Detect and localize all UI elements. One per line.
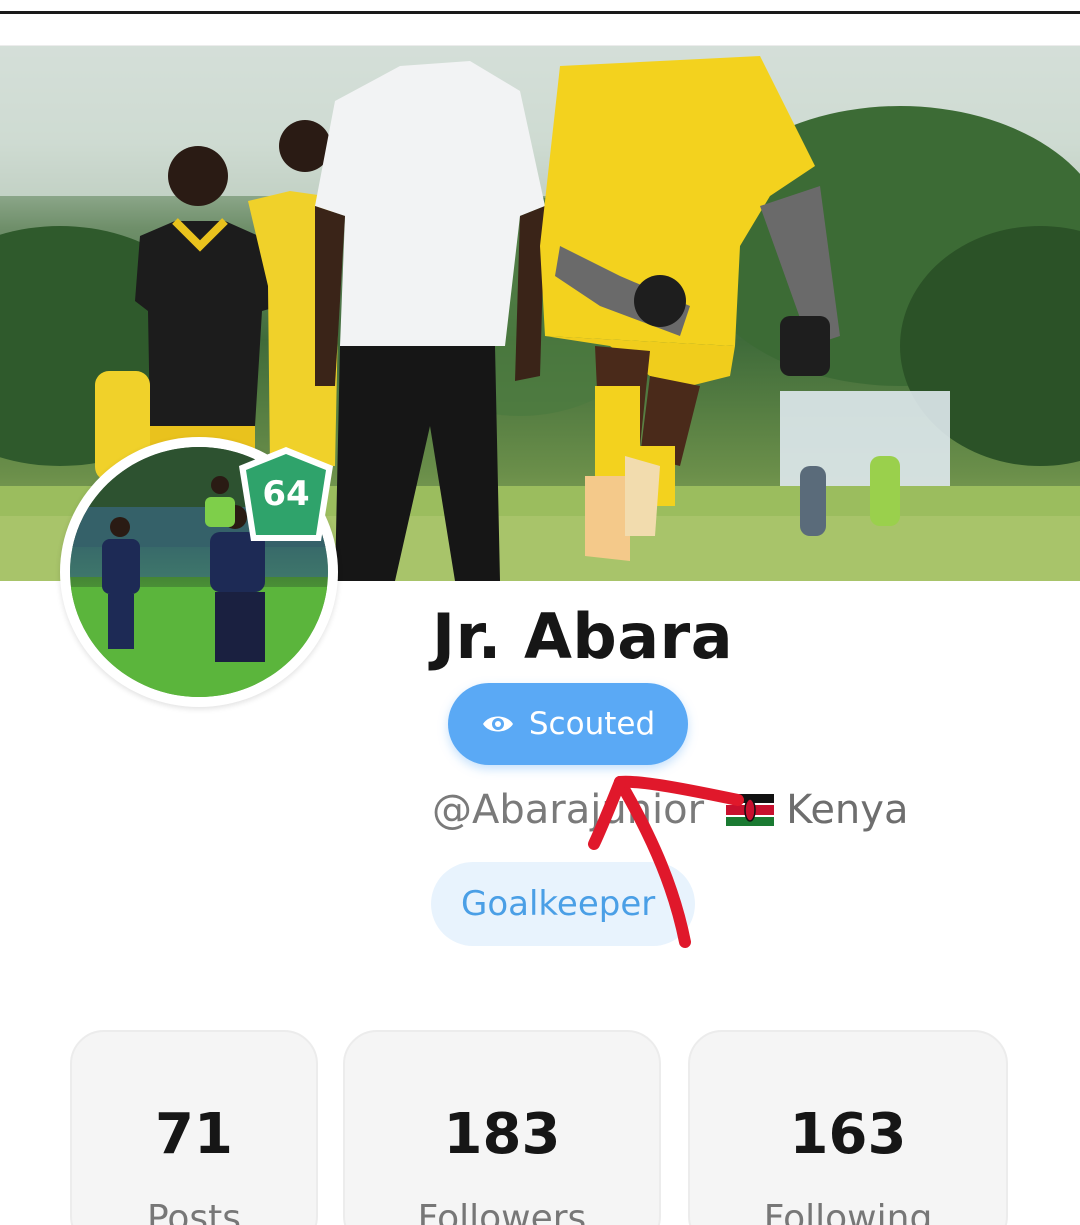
profile-country: Kenya — [786, 787, 909, 833]
header-spacer — [0, 14, 1080, 46]
rating-value: 64 — [262, 474, 310, 514]
eye-icon — [482, 716, 513, 732]
stat-value: 71 — [155, 1102, 233, 1167]
profile-name: Jr. Abara — [432, 600, 734, 673]
status-bar-edge — [0, 0, 1080, 14]
red-arrow — [588, 775, 744, 948]
stat-value: 183 — [443, 1102, 561, 1167]
stat-value: 163 — [789, 1102, 907, 1167]
stat-followers[interactable]: 183 Followers — [343, 1030, 661, 1225]
scouted-label: Scouted — [528, 706, 656, 742]
stat-posts[interactable]: 71 Posts — [70, 1030, 318, 1225]
stat-label: Posts — [146, 1198, 242, 1225]
rating-badge: 64 — [236, 444, 336, 544]
stat-label: Following — [763, 1198, 933, 1225]
stat-following[interactable]: 163 Following — [688, 1030, 1008, 1225]
stat-label: Followers — [417, 1198, 587, 1225]
